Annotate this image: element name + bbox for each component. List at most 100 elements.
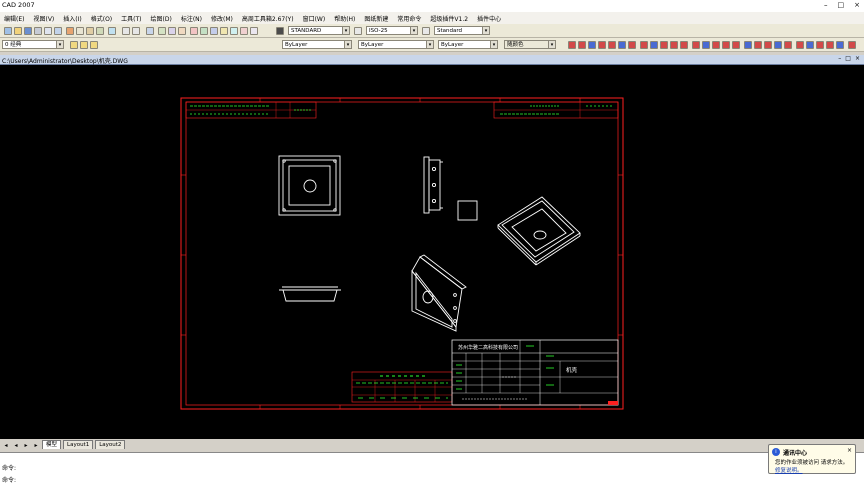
plugin-tool-27-icon[interactable]	[836, 41, 844, 49]
plugin-tool-14-icon[interactable]	[702, 41, 710, 49]
chevron-down-icon[interactable]: ▾	[482, 27, 489, 34]
menu-format[interactable]: 格式(O)	[91, 14, 112, 23]
layer-properties-icon[interactable]	[70, 41, 78, 49]
lineweight-combo[interactable]: ByLayer ▾	[438, 40, 498, 49]
text-style-icon[interactable]	[276, 27, 284, 35]
menu-help[interactable]: 帮助(H)	[334, 14, 355, 23]
tab-layout1[interactable]: Layout1	[63, 440, 94, 449]
plugin-tool-26-icon[interactable]	[826, 41, 834, 49]
save-icon[interactable]	[24, 27, 32, 35]
dim-style-combo[interactable]: ISO-25 ▾	[366, 26, 418, 35]
help-icon[interactable]	[250, 27, 258, 35]
command-window[interactable]: 命令: 命令:	[0, 452, 864, 486]
plugin-tool-11-icon[interactable]	[670, 41, 678, 49]
preview-icon[interactable]	[44, 27, 52, 35]
chevron-down-icon[interactable]: ▾	[426, 41, 433, 48]
text-style-combo[interactable]: STANDARD ▾	[288, 26, 350, 35]
linetype-combo[interactable]: ByLayer ▾	[358, 40, 434, 49]
menu-edit[interactable]: 编辑(E)	[4, 14, 24, 23]
menu-super-plugin[interactable]: 超级插件V1.2	[430, 14, 468, 23]
drawing-canvas[interactable]: 苏州华雅二高科技有限公司 机壳	[0, 65, 864, 439]
zoom-previous-icon[interactable]	[178, 27, 186, 35]
drawing-close-button[interactable]: ×	[855, 55, 860, 62]
menu-dimension[interactable]: 标注(N)	[181, 14, 202, 23]
drawing-maximize-button[interactable]: □	[845, 55, 851, 62]
print-icon[interactable]	[34, 27, 42, 35]
publish-icon[interactable]	[54, 27, 62, 35]
plugin-tool-25-icon[interactable]	[816, 41, 824, 49]
plugin-tool-6-icon[interactable]	[618, 41, 626, 49]
plugin-tool-12-icon[interactable]	[680, 41, 688, 49]
quickcalc-icon[interactable]	[240, 27, 248, 35]
chevron-down-icon[interactable]: ▾	[410, 27, 417, 34]
layer-previous-icon[interactable]	[80, 41, 88, 49]
maximize-button[interactable]: □	[838, 1, 845, 9]
plugin-tool-15-icon[interactable]	[712, 41, 720, 49]
undo-icon[interactable]	[122, 27, 130, 35]
close-button[interactable]: ×	[854, 1, 860, 9]
menu-toolbox[interactable]: 高周工具箱2.67(Y)	[242, 14, 294, 23]
tab-first-icon[interactable]: ◂	[2, 442, 10, 449]
plugin-tool-16-icon[interactable]	[722, 41, 730, 49]
drawing-minimize-button[interactable]: –	[838, 55, 841, 62]
cut-icon[interactable]	[66, 27, 74, 35]
plugin-tool-9-icon[interactable]	[650, 41, 658, 49]
tool-palettes-icon[interactable]	[210, 27, 218, 35]
menu-view[interactable]: 视图(V)	[33, 14, 54, 23]
popup-link[interactable]: 修复说明。	[775, 468, 803, 474]
plugin-tool-3-icon[interactable]	[588, 41, 596, 49]
redo-icon[interactable]	[132, 27, 140, 35]
menu-common-commands[interactable]: 常用命令	[397, 14, 421, 23]
menu-insert[interactable]: 插入(I)	[63, 14, 81, 23]
tab-layout2[interactable]: Layout2	[95, 440, 126, 449]
tab-model[interactable]: 模型	[42, 440, 62, 449]
plugin-tool-18-icon[interactable]	[744, 41, 752, 49]
design-center-icon[interactable]	[200, 27, 208, 35]
plugin-tool-21-icon[interactable]	[774, 41, 782, 49]
paste-icon[interactable]	[86, 27, 94, 35]
brush-icon[interactable]	[108, 27, 116, 35]
plugin-tool-13-icon[interactable]	[692, 41, 700, 49]
match-properties-icon[interactable]	[96, 27, 104, 35]
minimize-button[interactable]: –	[824, 1, 828, 9]
plugin-tool-22-icon[interactable]	[784, 41, 792, 49]
table-style-icon[interactable]	[422, 27, 430, 35]
chevron-down-icon[interactable]: ▾	[56, 41, 63, 48]
plugin-tool-7-icon[interactable]	[628, 41, 636, 49]
new-icon[interactable]	[4, 27, 12, 35]
plugin-tool-4-icon[interactable]	[598, 41, 606, 49]
sheet-set-icon[interactable]	[220, 27, 228, 35]
chevron-down-icon[interactable]: ▾	[548, 41, 555, 48]
plugin-tool-1-icon[interactable]	[568, 41, 576, 49]
tab-next-icon[interactable]: ▸	[22, 442, 30, 449]
plugin-tool-17-icon[interactable]	[732, 41, 740, 49]
properties-icon[interactable]	[190, 27, 198, 35]
markup-icon[interactable]	[230, 27, 238, 35]
plugin-tool-19-icon[interactable]	[754, 41, 762, 49]
table-style-combo[interactable]: Standard ▾	[434, 26, 490, 35]
pan-icon[interactable]	[146, 27, 154, 35]
menu-new-drawing[interactable]: 图纸新建	[364, 14, 388, 23]
chevron-down-icon[interactable]: ▾	[342, 27, 349, 34]
layer-combo[interactable]: 0 经典 ▾	[2, 40, 64, 49]
plugin-tool-24-icon[interactable]	[806, 41, 814, 49]
chevron-down-icon[interactable]: ▾	[344, 41, 351, 48]
plotstyle-combo[interactable]: 随颜色 ▾	[504, 40, 556, 49]
zoom-realtime-icon[interactable]	[158, 27, 166, 35]
menu-tools[interactable]: 工具(T)	[121, 14, 141, 23]
plugin-tool-8-icon[interactable]	[640, 41, 648, 49]
plugin-tool-20-icon[interactable]	[764, 41, 772, 49]
plugin-tool-23-icon[interactable]	[796, 41, 804, 49]
tab-last-icon[interactable]: ▸	[32, 442, 40, 449]
tab-prev-icon[interactable]: ◂	[12, 442, 20, 449]
layer-state-icon[interactable]	[90, 41, 98, 49]
chevron-down-icon[interactable]: ▾	[490, 41, 497, 48]
command-prompt[interactable]: 命令:	[2, 475, 16, 484]
plugin-tool-28-icon[interactable]	[848, 41, 856, 49]
copy-icon[interactable]	[76, 27, 84, 35]
zoom-window-icon[interactable]	[168, 27, 176, 35]
plugin-tool-5-icon[interactable]	[608, 41, 616, 49]
menu-plugin-center[interactable]: 插件中心	[477, 14, 501, 23]
plugin-tool-10-icon[interactable]	[660, 41, 668, 49]
popup-close-button[interactable]: ×	[847, 447, 852, 454]
